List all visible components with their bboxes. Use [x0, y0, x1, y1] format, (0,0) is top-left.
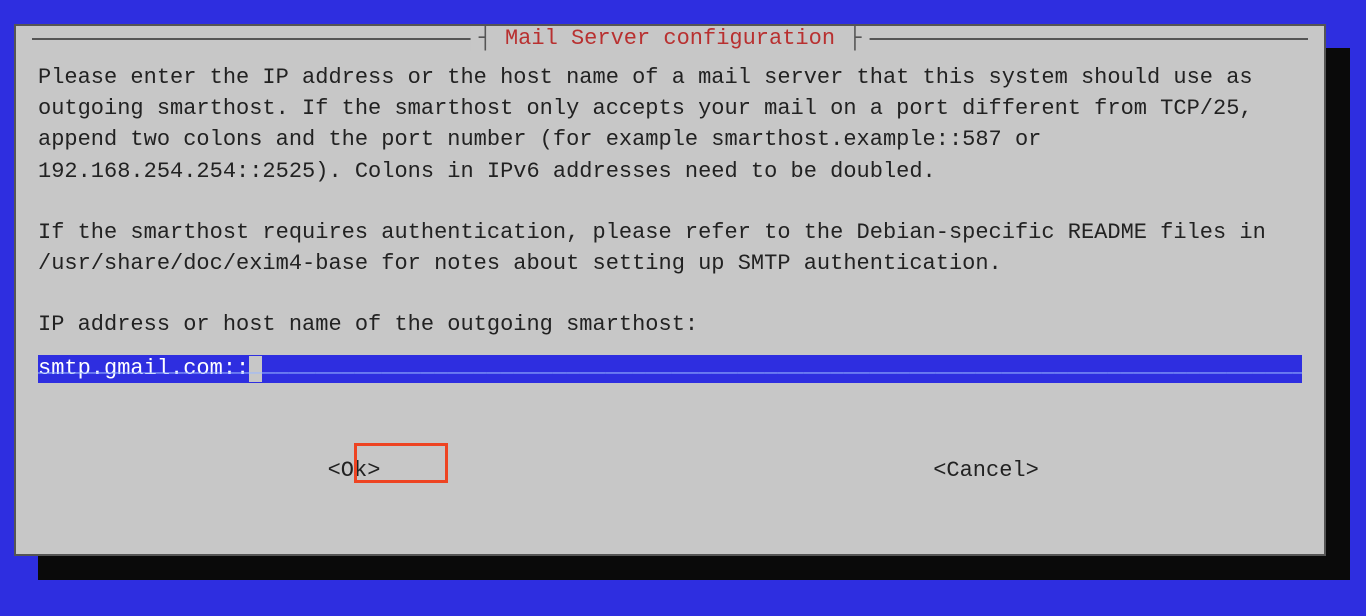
config-dialog: Mail Server configuration Please enter t…: [14, 24, 1326, 556]
instruction-paragraph-1: Please enter the IP address or the host …: [38, 62, 1302, 187]
dialog-body: Please enter the IP address or the host …: [38, 62, 1302, 383]
input-prompt: IP address or host name of the outgoing …: [38, 309, 1302, 340]
input-underline: ________________________________________…: [38, 355, 1302, 382]
button-row: <Ok> <Cancel>: [38, 458, 1302, 483]
ok-button[interactable]: <Ok>: [326, 458, 383, 483]
cancel-button[interactable]: <Cancel>: [931, 458, 1041, 483]
instruction-paragraph-2: If the smarthost requires authentication…: [38, 217, 1302, 279]
smarthost-input[interactable]: smtp.gmail.com:: _______________________…: [38, 355, 1302, 383]
dialog-title: Mail Server configuration: [471, 26, 870, 51]
